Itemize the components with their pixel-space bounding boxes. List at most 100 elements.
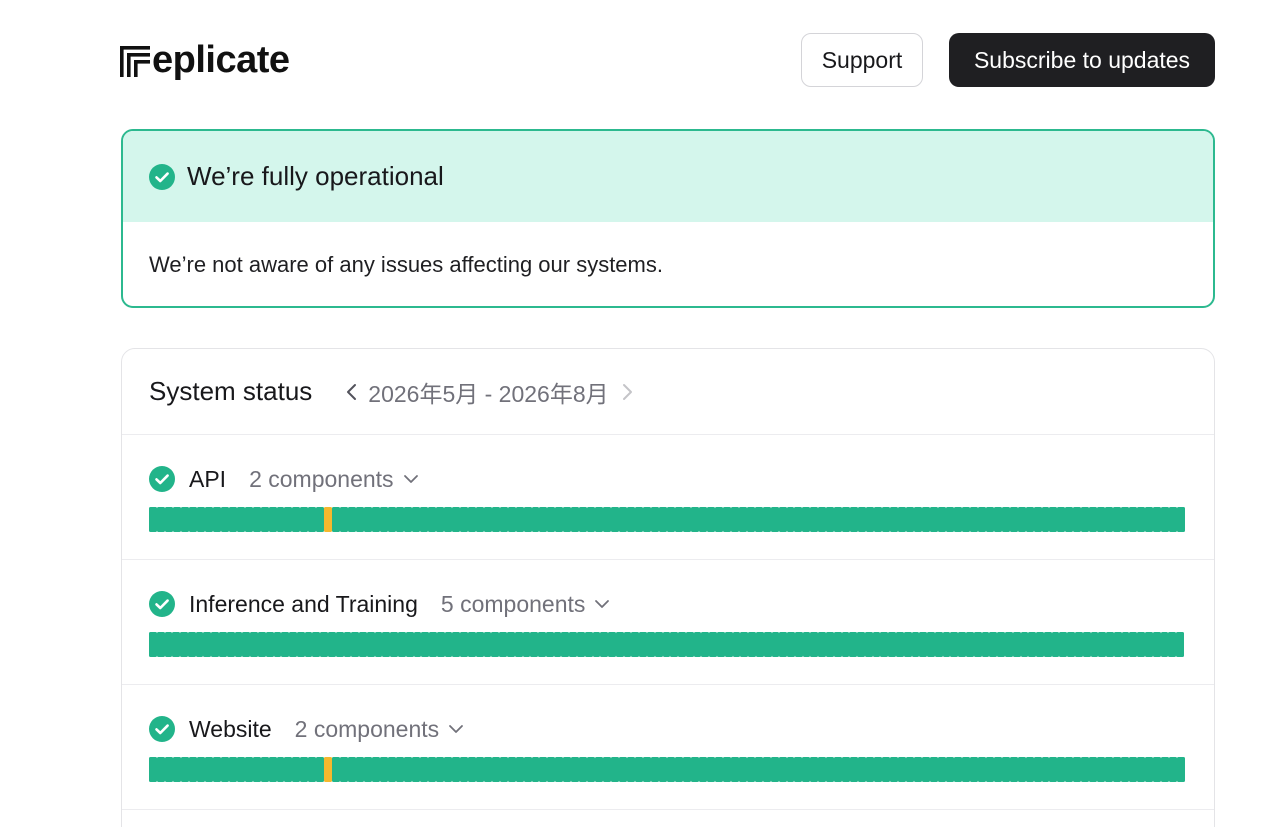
uptime-bar-operational[interactable] [268, 507, 277, 532]
uptime-bar-operational[interactable] [220, 757, 229, 782]
uptime-bar-operational[interactable] [1049, 507, 1058, 532]
uptime-bar-operational[interactable] [522, 632, 531, 657]
uptime-bar-operational[interactable] [584, 632, 593, 657]
uptime-bar-operational[interactable] [1036, 632, 1044, 657]
uptime-bar-operational[interactable] [499, 632, 507, 657]
uptime-bar-operational[interactable] [937, 757, 946, 782]
uptime-bar-operational[interactable] [1137, 632, 1145, 657]
uptime-bar-operational[interactable] [810, 632, 819, 657]
uptime-bar-operational[interactable] [561, 632, 570, 657]
uptime-bar-operational[interactable] [1001, 757, 1010, 782]
uptime-bar-operational[interactable] [180, 757, 189, 782]
uptime-bar-operational[interactable] [794, 507, 803, 532]
uptime-bar-operational[interactable] [531, 757, 540, 782]
uptime-bar-operational[interactable] [499, 757, 508, 782]
uptime-bar-operational[interactable] [1017, 757, 1026, 782]
uptime-bar-operational[interactable] [786, 507, 795, 532]
uptime-bar-operational[interactable] [706, 757, 715, 782]
uptime-bar-operational[interactable] [778, 757, 787, 782]
uptime-bar-operational[interactable] [1049, 757, 1058, 782]
uptime-bar-operational[interactable] [539, 757, 548, 782]
uptime-bar-operational[interactable] [746, 507, 755, 532]
uptime-bar-operational[interactable] [659, 757, 667, 782]
uptime-bar-operational[interactable] [553, 632, 562, 657]
uptime-bar-operational[interactable] [714, 757, 723, 782]
uptime-bar-operational[interactable] [770, 757, 779, 782]
uptime-bar-operational[interactable] [491, 507, 500, 532]
uptime-bar-operational[interactable] [794, 632, 803, 657]
uptime-bar-operational[interactable] [929, 757, 938, 782]
uptime-bar-operational[interactable] [842, 507, 851, 532]
uptime-bar-operational[interactable] [651, 507, 659, 532]
uptime-bar-operational[interactable] [611, 507, 620, 532]
uptime-bar-operational[interactable] [1097, 507, 1106, 532]
uptime-bar-operational[interactable] [281, 632, 290, 657]
uptime-bar-operational[interactable] [1137, 757, 1146, 782]
uptime-bar-operational[interactable] [149, 757, 157, 782]
uptime-bar-operational[interactable] [405, 632, 414, 657]
uptime-bar-operational[interactable] [678, 632, 686, 657]
uptime-bar-operational[interactable] [627, 757, 636, 782]
uptime-bar-operational[interactable] [1153, 757, 1162, 782]
uptime-bar-operational[interactable] [898, 757, 907, 782]
uptime-bar-operational[interactable] [1106, 632, 1114, 657]
uptime-bar-operational[interactable] [300, 757, 309, 782]
uptime-bar-operational[interactable] [722, 507, 731, 532]
uptime-bar-operational[interactable] [388, 507, 397, 532]
uptime-bar-operational[interactable] [569, 632, 577, 657]
uptime-bar-operational[interactable] [1160, 632, 1169, 657]
uptime-bar-operational[interactable] [372, 757, 381, 782]
uptime-bar-operational[interactable] [666, 507, 675, 532]
uptime-bar-operational[interactable] [312, 632, 321, 657]
uptime-bar-operational[interactable] [1001, 507, 1010, 532]
uptime-bar-operational[interactable] [499, 507, 508, 532]
uptime-bar-operational[interactable] [654, 632, 663, 657]
uptime-bar-operational[interactable] [1152, 632, 1161, 657]
uptime-bar-operational[interactable] [507, 757, 516, 782]
uptime-bar-operational[interactable] [850, 757, 859, 782]
uptime-bar-operational[interactable] [825, 632, 834, 657]
uptime-bar-operational[interactable] [308, 757, 317, 782]
uptime-bar-operational[interactable] [1009, 757, 1018, 782]
uptime-bar-operational[interactable] [427, 507, 436, 532]
uptime-bar-operational[interactable] [666, 757, 675, 782]
uptime-bar-operational[interactable] [576, 632, 585, 657]
uptime-bar-operational[interactable] [896, 632, 904, 657]
uptime-bar-operational[interactable] [619, 757, 628, 782]
uptime-bar-operational[interactable] [639, 632, 647, 657]
uptime-bar-operational[interactable] [435, 507, 444, 532]
uptime-bar-operational[interactable] [172, 632, 181, 657]
uptime-bar-operational[interactable] [483, 632, 492, 657]
uptime-bar-operational[interactable] [693, 632, 702, 657]
uptime-bar-operational[interactable] [429, 632, 437, 657]
uptime-bar-operational[interactable] [327, 632, 336, 657]
uptime-bar-operational[interactable] [289, 632, 297, 657]
uptime-bar-operational[interactable] [1129, 632, 1138, 657]
uptime-bar-operational[interactable] [754, 757, 763, 782]
uptime-bar-operational[interactable] [595, 757, 604, 782]
uptime-bar-operational[interactable] [451, 507, 460, 532]
uptime-bar-operational[interactable] [1090, 632, 1099, 657]
uptime-bar-operational[interactable] [1097, 757, 1106, 782]
uptime-bar-operational[interactable] [942, 632, 951, 657]
uptime-bar-operational[interactable] [802, 632, 811, 657]
uptime-bar-operational[interactable] [826, 757, 835, 782]
subscribe-button[interactable]: Subscribe to updates [949, 33, 1215, 87]
uptime-bar-operational[interactable] [631, 632, 640, 657]
uptime-bar-operational[interactable] [1020, 632, 1029, 657]
uptime-bar-operational[interactable] [149, 507, 157, 532]
uptime-bar-operational[interactable] [475, 507, 484, 532]
uptime-bar-operational[interactable] [738, 757, 747, 782]
uptime-bar-operational[interactable] [1089, 507, 1098, 532]
uptime-bar-operational[interactable] [188, 507, 197, 532]
uptime-bar-operational[interactable] [1012, 632, 1021, 657]
uptime-bar-operational[interactable] [212, 757, 221, 782]
uptime-bar-operational[interactable] [961, 507, 970, 532]
uptime-bar-operational[interactable] [244, 757, 253, 782]
uptime-bar-operational[interactable] [958, 632, 967, 657]
uptime-bar-operational[interactable] [523, 757, 532, 782]
uptime-bar-operational[interactable] [382, 632, 391, 657]
uptime-bar-operational[interactable] [460, 632, 469, 657]
uptime-bar-operational[interactable] [515, 757, 524, 782]
uptime-bar-operational[interactable] [872, 632, 881, 657]
